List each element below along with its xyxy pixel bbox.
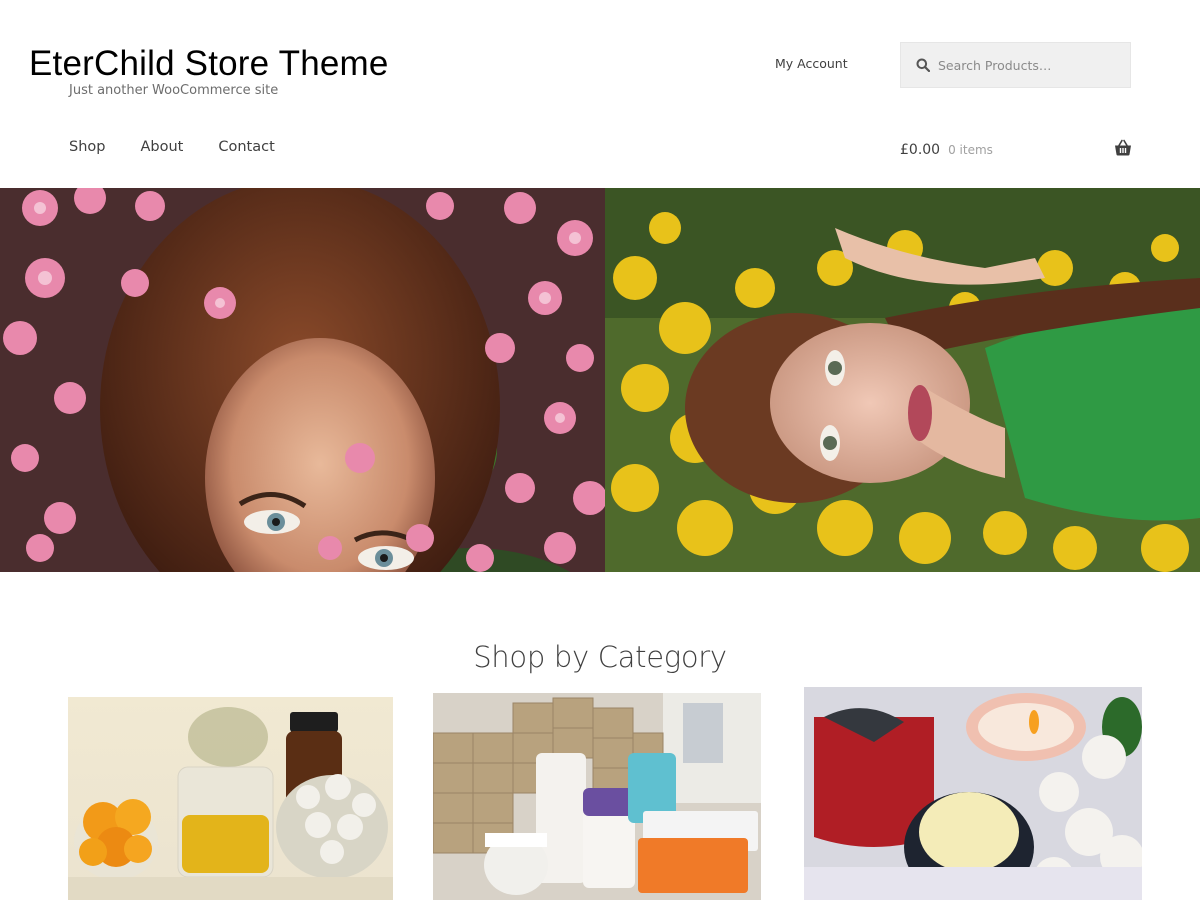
category-card-2[interactable] bbox=[433, 693, 761, 900]
nav-item-about[interactable]: About bbox=[140, 139, 183, 155]
nav-item-shop[interactable]: Shop bbox=[69, 139, 105, 155]
category-card-3[interactable] bbox=[804, 687, 1142, 900]
cart-count: 0 items bbox=[948, 143, 993, 157]
my-account-link[interactable]: My Account bbox=[775, 56, 848, 71]
category-card-1[interactable] bbox=[68, 697, 393, 900]
nav-item-contact[interactable]: Contact bbox=[218, 139, 274, 155]
hero-banner bbox=[0, 188, 1200, 572]
search-box[interactable] bbox=[900, 42, 1131, 88]
hero-image-pink-flowers bbox=[0, 188, 605, 572]
category-image-skincare bbox=[433, 693, 761, 900]
hero-image-yellow-flowers bbox=[605, 188, 1200, 572]
primary-nav: Shop About Contact bbox=[69, 139, 310, 155]
basket-icon[interactable] bbox=[1114, 139, 1132, 157]
site-title[interactable]: EterChild Store Theme bbox=[29, 44, 389, 84]
cart-amount: £0.00 bbox=[900, 142, 941, 158]
search-icon bbox=[916, 58, 930, 72]
site-tagline: Just another WooCommerce site bbox=[69, 83, 279, 98]
category-image-herbal bbox=[68, 697, 393, 900]
search-input[interactable] bbox=[938, 57, 1118, 73]
category-image-spa bbox=[804, 687, 1142, 900]
cart-link[interactable]: £0.00 0 items bbox=[900, 139, 1132, 160]
section-title: Shop by Category bbox=[473, 640, 727, 674]
